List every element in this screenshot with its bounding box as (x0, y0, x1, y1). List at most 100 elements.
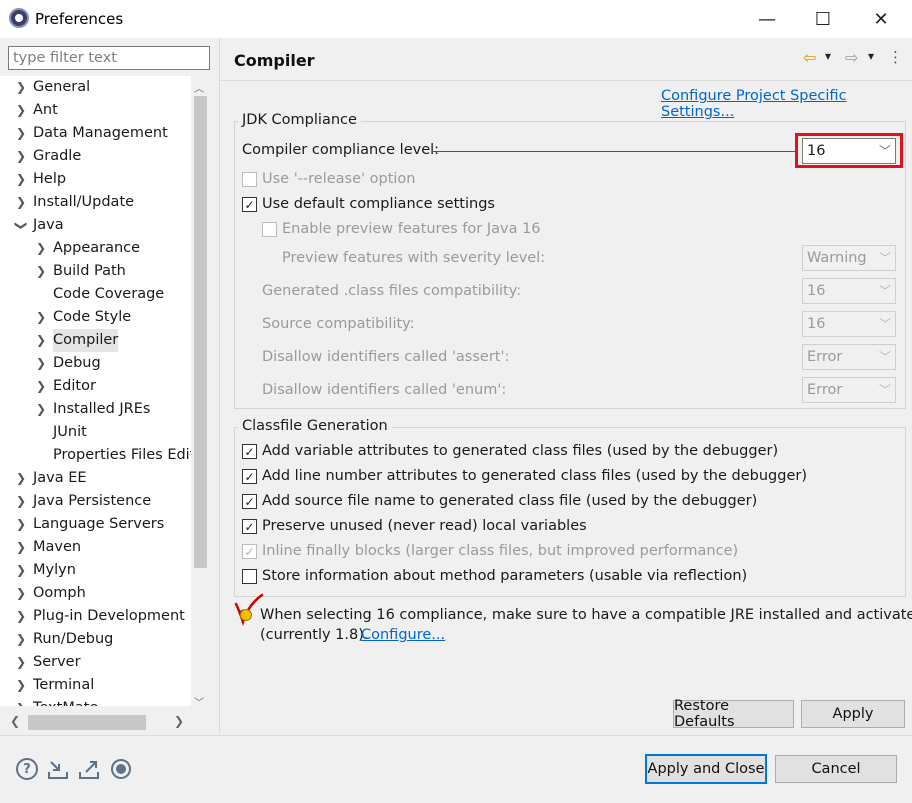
forward-arrow-icon[interactable]: ⇨ (845, 48, 858, 67)
tree-item[interactable]: ❯ Language Servers (0, 513, 191, 536)
tree-item[interactable]: ❯ Install/Update (0, 191, 191, 214)
tree-item[interactable]: Code Coverage (0, 283, 191, 306)
chevron-right-icon[interactable]: ❯ (34, 260, 48, 283)
chevron-right-icon[interactable]: ❯ (34, 329, 48, 352)
oomph-record-icon[interactable] (110, 758, 132, 780)
tree-item[interactable]: ❯ Plug-in Development (0, 605, 191, 628)
tree-item[interactable]: ❯ Data Management (0, 122, 191, 145)
scroll-left-icon[interactable]: ❮ (10, 714, 20, 728)
tree-item[interactable]: ❯ Java Persistence (0, 490, 191, 513)
classfile-option-label: Store information about method parameter… (262, 568, 748, 584)
generated-compat-combo[interactable]: 16 ﹀ (802, 278, 896, 304)
export-icon[interactable] (78, 758, 100, 780)
chevron-right-icon[interactable]: ❯ (14, 674, 28, 697)
tree-item[interactable]: ❯ Java EE (0, 467, 191, 490)
chevron-right-icon[interactable]: ❯ (34, 375, 48, 398)
forward-menu-icon[interactable]: ▾ (868, 49, 874, 63)
tree-item[interactable]: Properties Files Editor (0, 444, 210, 467)
close-button[interactable]: ✕ (852, 0, 910, 38)
scroll-down-icon[interactable]: ﹀ (194, 694, 204, 709)
apply-button[interactable]: Apply (801, 700, 905, 728)
tree-item[interactable]: ❯ Java (0, 214, 191, 237)
tree-item[interactable]: ❯ Run/Debug (0, 628, 191, 651)
chevron-right-icon[interactable]: ❯ (14, 536, 28, 559)
configure-jre-link[interactable]: Configure... (361, 627, 445, 643)
chevron-right-icon[interactable]: ❯ (14, 559, 28, 582)
chevron-right-icon[interactable]: ❯ (14, 628, 28, 651)
chevron-right-icon[interactable]: ❯ (34, 398, 48, 421)
filter-input[interactable] (8, 46, 210, 70)
panel-sash[interactable] (219, 38, 220, 733)
preview-severity-label: Preview features with severity level: (282, 250, 546, 266)
chevron-down-icon[interactable]: ❯ (10, 219, 33, 233)
chevron-right-icon[interactable]: ❯ (34, 306, 48, 329)
maximize-button[interactable]: ☐ (794, 0, 852, 38)
tree-item[interactable]: ❯ Mylyn (0, 559, 191, 582)
chevron-right-icon[interactable]: ❯ (14, 651, 28, 674)
tree-item[interactable]: ❯ Maven (0, 536, 191, 559)
enable-preview-checkbox[interactable] (262, 222, 277, 237)
cancel-button[interactable]: Cancel (775, 755, 897, 783)
tree-item[interactable]: ❯ Ant (0, 99, 191, 122)
chevron-right-icon[interactable]: ❯ (14, 145, 28, 168)
classfile-option-checkbox[interactable]: ✓ (242, 519, 257, 534)
classfile-option-checkbox[interactable]: ✓ (242, 494, 257, 509)
eclipse-app-icon (9, 8, 29, 28)
tree-item[interactable]: ❯ Gradle (0, 145, 191, 168)
chevron-right-icon[interactable]: ❯ (14, 490, 28, 513)
tree-item[interactable]: ❯ Oomph (0, 582, 191, 605)
source-compat-combo[interactable]: 16 ﹀ (802, 311, 896, 337)
tree-item[interactable]: ❯ General (0, 76, 191, 99)
tree-item[interactable]: ❯ Installed JREs (0, 398, 191, 421)
chevron-right-icon[interactable]: ❯ (34, 237, 48, 260)
tree-item[interactable]: JUnit (0, 421, 191, 444)
classfile-option-checkbox[interactable]: ✓ (242, 544, 257, 559)
tree-item[interactable]: ❯ Server (0, 651, 191, 674)
tree-item-label: JUnit (53, 424, 87, 440)
default-compliance-checkbox[interactable]: ✓ (242, 197, 257, 212)
chevron-right-icon[interactable]: ❯ (14, 467, 28, 490)
classfile-option-checkbox[interactable]: ✓ (242, 469, 257, 484)
tree-item[interactable]: ❯ TextMate (0, 697, 191, 706)
chevron-right-icon[interactable]: ❯ (14, 76, 28, 99)
chevron-right-icon[interactable]: ❯ (14, 168, 28, 191)
tree-vertical-scroll-thumb[interactable] (194, 96, 207, 568)
enum-identifier-combo[interactable]: Error ﹀ (802, 377, 896, 403)
back-arrow-icon[interactable]: ⇦ (803, 48, 816, 67)
scroll-right-icon[interactable]: ❯ (174, 714, 184, 728)
chevron-right-icon[interactable]: ❯ (14, 697, 28, 706)
chevron-right-icon[interactable]: ❯ (14, 513, 28, 536)
configure-project-settings-link[interactable]: Configure Project Specific Settings... (661, 88, 912, 120)
tree-item[interactable]: ❯ Terminal (0, 674, 191, 697)
tree-item[interactable]: ❯ Build Path (0, 260, 191, 283)
tree-item[interactable]: ❯ Editor (0, 375, 191, 398)
scroll-up-icon[interactable]: ︿ (194, 80, 204, 95)
help-icon[interactable]: ? (16, 758, 38, 780)
tree-horizontal-scroll-thumb[interactable] (28, 715, 146, 730)
tree-item[interactable]: ❯ Code Style (0, 306, 191, 329)
chevron-right-icon[interactable]: ❯ (14, 99, 28, 122)
apply-and-close-button[interactable]: Apply and Close (645, 754, 767, 784)
chevron-right-icon[interactable]: ❯ (14, 605, 28, 628)
preview-severity-combo[interactable]: Warning ﹀ (802, 245, 896, 271)
chevron-right-icon[interactable]: ❯ (14, 122, 28, 145)
classfile-option-checkbox[interactable] (242, 569, 257, 584)
tree-item[interactable]: ❯ Compiler (0, 329, 191, 352)
tree-item[interactable]: ❯ Appearance (0, 237, 191, 260)
classfile-generation-title: Classfile Generation (238, 418, 392, 434)
tree-item[interactable]: ❯ Help (0, 168, 191, 191)
import-icon[interactable] (47, 758, 69, 780)
restore-defaults-button[interactable]: Restore Defaults (673, 698, 794, 730)
minimize-button[interactable]: — (738, 0, 796, 38)
back-menu-icon[interactable]: ▾ (825, 49, 831, 63)
view-menu-icon[interactable]: ⋮ (888, 48, 903, 66)
assert-identifier-combo[interactable]: Error ﹀ (802, 344, 896, 370)
classfile-option-checkbox[interactable]: ✓ (242, 444, 257, 459)
tree-item[interactable]: ❯ Debug (0, 352, 191, 375)
tree-item-label: Mylyn (33, 562, 76, 578)
chevron-right-icon[interactable]: ❯ (14, 191, 28, 214)
chevron-right-icon[interactable]: ❯ (14, 582, 28, 605)
compliance-level-combo[interactable]: 16 ﹀ (802, 138, 896, 164)
chevron-right-icon[interactable]: ❯ (34, 352, 48, 375)
release-option-checkbox[interactable] (242, 172, 257, 187)
